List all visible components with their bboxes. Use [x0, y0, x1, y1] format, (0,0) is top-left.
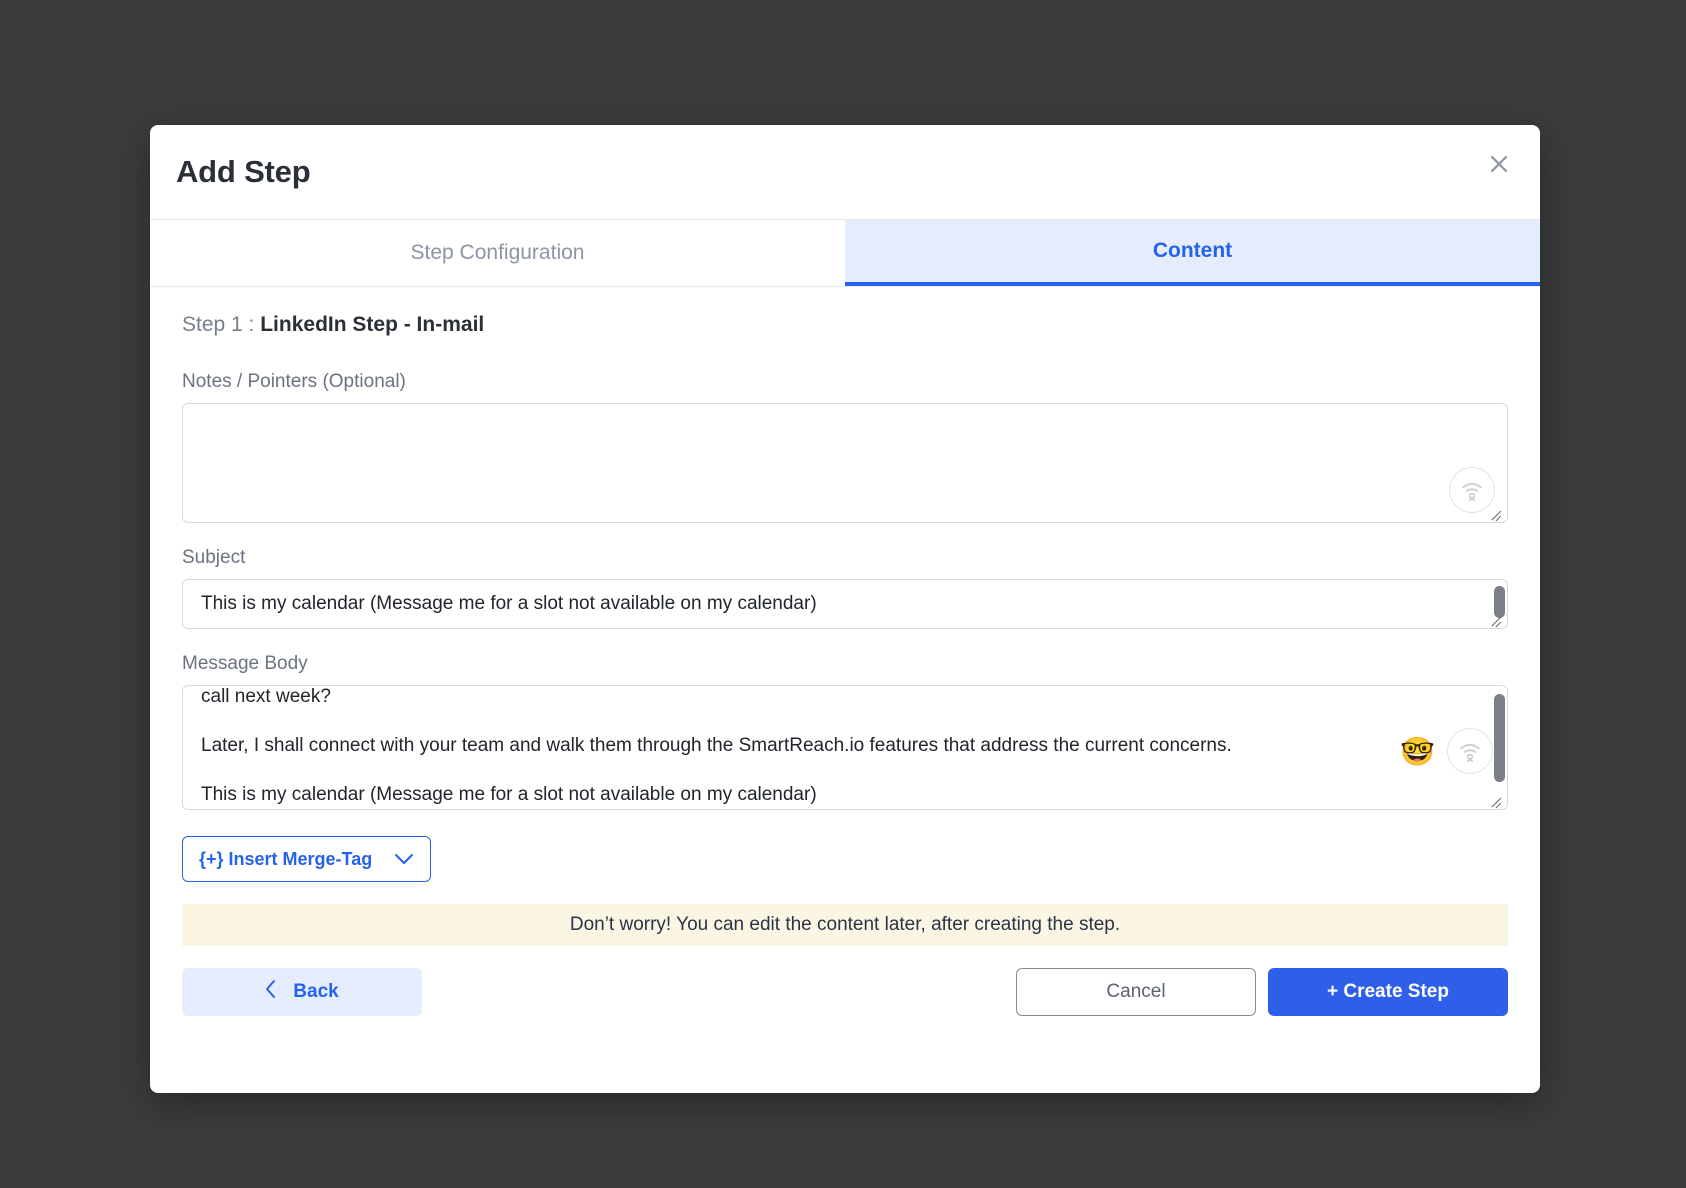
cancel-button[interactable]: Cancel [1016, 968, 1256, 1016]
step-prefix: Step 1 : [182, 313, 261, 336]
modal-body: Step 1 : LinkedIn Step - In-mail Notes /… [150, 287, 1540, 1016]
footer-actions: Cancel + Create Step [1016, 968, 1508, 1016]
add-step-modal: Add Step Step Configuration Content Step… [150, 125, 1540, 1093]
notes-value [183, 404, 1507, 432]
chevron-left-icon [265, 979, 277, 1005]
notes-input[interactable] [182, 403, 1508, 523]
message-body-input[interactable]: call next week? Later, I shall connect w… [182, 685, 1508, 810]
info-notice-text: Don’t worry! You can edit the content la… [569, 914, 1121, 935]
notes-resize-handle[interactable] [1490, 506, 1504, 520]
info-notice: Don’t worry! You can edit the content la… [182, 904, 1508, 946]
tab-content[interactable]: Content [845, 220, 1540, 286]
message-body-line: This is my calendar (Message me for a sl… [201, 784, 817, 805]
modal-footer: Back Cancel + Create Step [182, 968, 1508, 1016]
create-step-button[interactable]: + Create Step [1268, 968, 1508, 1016]
message-body-line: call next week? [201, 686, 331, 707]
chevron-down-icon [394, 849, 414, 870]
subject-label: Subject [182, 547, 246, 568]
emoji-picker-icon[interactable]: 🤓 [1400, 738, 1435, 766]
tab-step-configuration[interactable]: Step Configuration [150, 220, 845, 286]
back-button[interactable]: Back [182, 968, 422, 1016]
subject-value: This is my calendar (Message me for a sl… [201, 593, 817, 614]
modal-header: Add Step [150, 125, 1540, 220]
screen: Add Step Step Configuration Content Step… [0, 0, 1686, 1188]
page-title: Add Step [176, 154, 311, 189]
back-button-label: Back [293, 981, 339, 1002]
insert-merge-tag-label: {+} Insert Merge-Tag [199, 848, 373, 869]
step-heading: Step 1 : LinkedIn Step - In-mail [182, 287, 1508, 347]
notes-label: Notes / Pointers (Optional) [182, 371, 406, 392]
subject-resize-handle[interactable] [1490, 612, 1504, 626]
message-body-resize-handle[interactable] [1490, 793, 1504, 807]
message-body-line: Later, I shall connect with your team an… [201, 735, 1232, 756]
insert-merge-tag-button[interactable]: {+} Insert Merge-Tag [182, 836, 432, 882]
message-body-scrollbar[interactable] [1494, 694, 1505, 782]
subject-input[interactable]: This is my calendar (Message me for a sl… [182, 579, 1508, 629]
modal-tabs: Step Configuration Content [150, 220, 1540, 287]
message-body-label: Message Body [182, 653, 308, 674]
grammarly-status-icon[interactable] [1449, 467, 1495, 513]
step-name: LinkedIn Step - In-mail [260, 313, 485, 336]
close-icon[interactable] [1482, 147, 1516, 181]
grammarly-status-icon[interactable] [1447, 728, 1493, 774]
